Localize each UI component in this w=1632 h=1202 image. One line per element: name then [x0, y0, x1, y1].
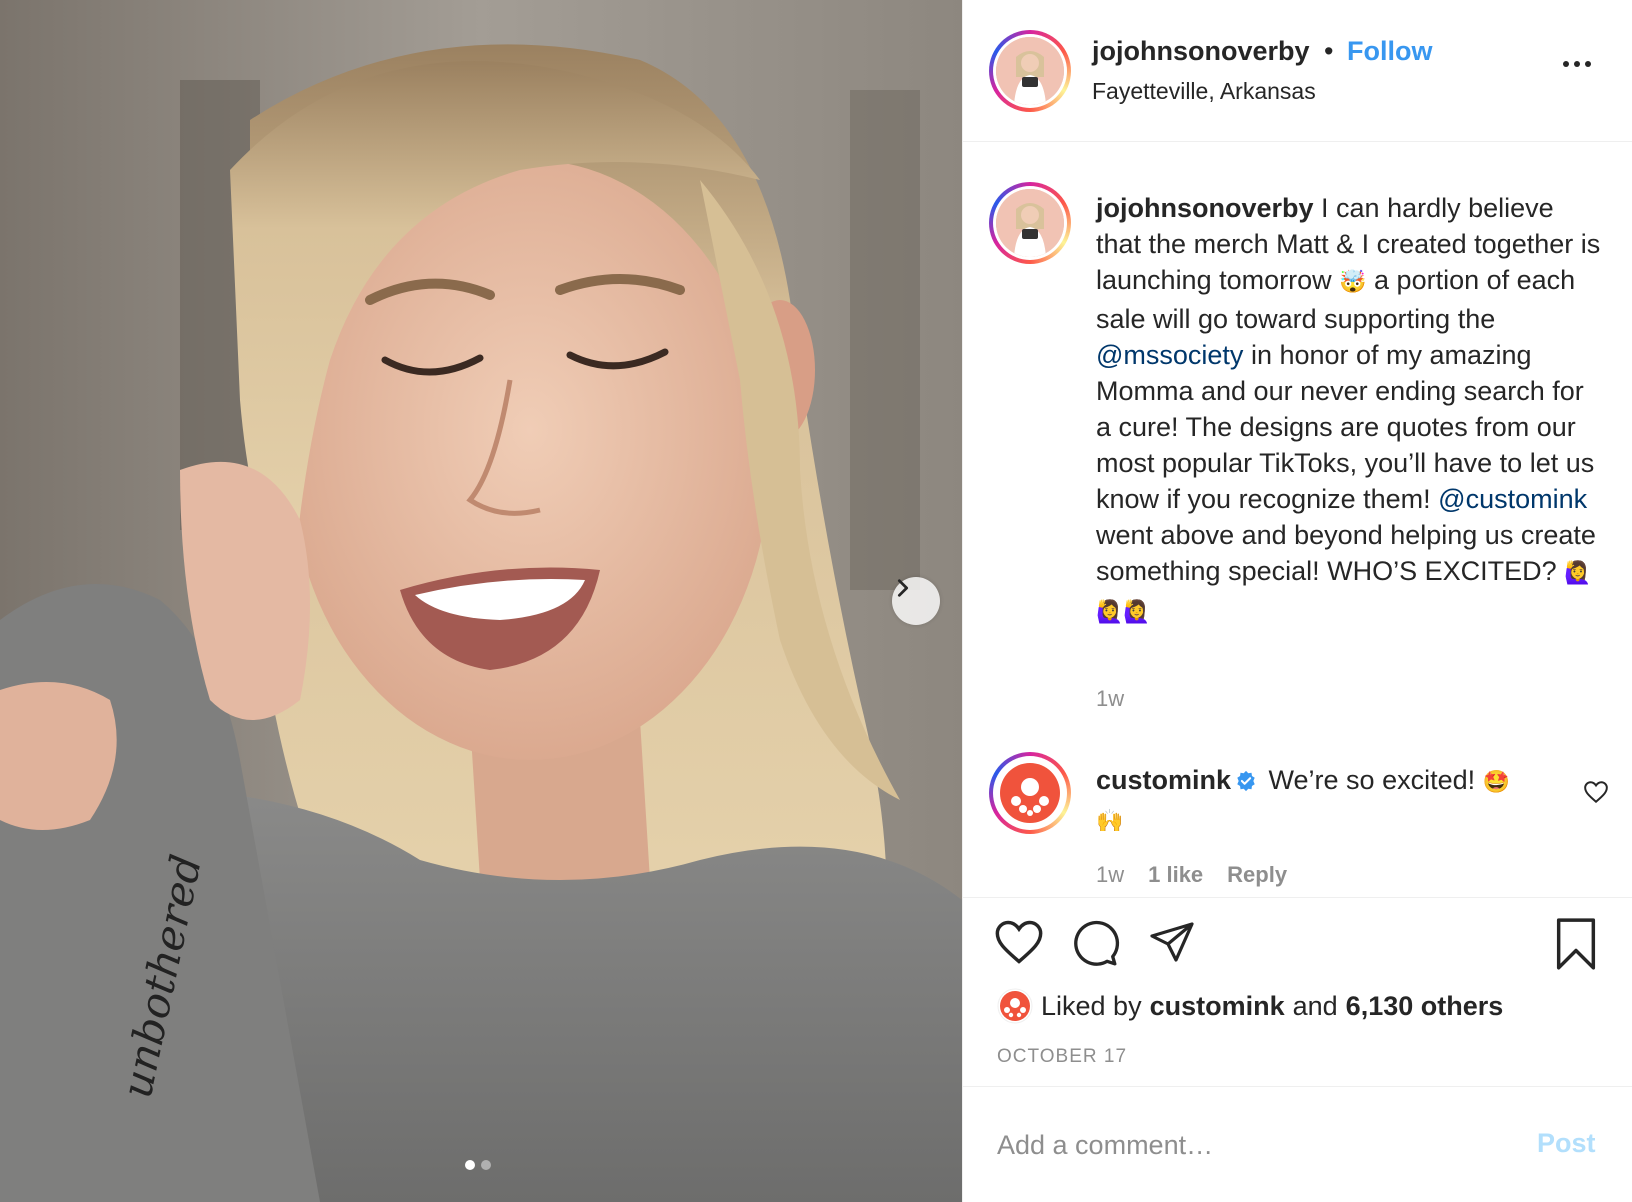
carousel-dot	[481, 1160, 491, 1170]
caption-username[interactable]: jojohnsonoverby	[1096, 193, 1314, 223]
reply-button[interactable]: Reply	[1227, 862, 1287, 888]
mention-mssociety[interactable]: @mssociety	[1096, 340, 1243, 370]
customink-mini-avatar-icon[interactable]	[997, 988, 1033, 1024]
comment-text: customink We’re so excited! 🤩 🙌	[1096, 762, 1536, 840]
commenter-username[interactable]: customink	[1096, 765, 1231, 795]
comment-timestamp[interactable]: 1w	[1096, 862, 1124, 888]
caption-avatar-image	[996, 189, 1064, 257]
separator-dot: •	[1324, 36, 1334, 66]
author-avatar-image	[996, 37, 1064, 105]
post-image[interactable]: unbothered	[0, 0, 962, 1202]
caption-body-4: went above and beyond helping us create …	[1096, 520, 1596, 586]
comment-meta: 1w 1 like Reply	[1096, 862, 1287, 888]
post-photo-illustration: unbothered	[0, 0, 962, 1202]
comment-body: We’re so excited!	[1261, 765, 1483, 795]
caption-text: jojohnsonoverby I can hardly believe tha…	[1096, 190, 1606, 631]
comment-icon[interactable]	[1069, 918, 1121, 973]
liked-by-prefix: Liked by	[1041, 990, 1142, 1021]
carousel-dot-active	[465, 1160, 475, 1170]
liked-by-others[interactable]: 6,130 others	[1346, 991, 1504, 1022]
commenter-avatar[interactable]	[989, 752, 1071, 834]
likes-summary: Liked by customink and 6,130 others	[997, 988, 1503, 1024]
comment-likes-count[interactable]: 1 like	[1148, 862, 1203, 888]
heart-icon[interactable]	[993, 918, 1045, 971]
post-date[interactable]: OCTOBER 17	[997, 1046, 1127, 1068]
bookmark-icon[interactable]	[1553, 918, 1599, 975]
author-username[interactable]: jojohnsonoverby	[1092, 36, 1310, 67]
divider	[963, 897, 1632, 898]
post-comment-button[interactable]: Post	[1537, 1128, 1596, 1159]
liked-by-and: and	[1292, 990, 1338, 1021]
post-location[interactable]: Fayetteville, Arkansas	[1092, 78, 1316, 105]
add-comment-input[interactable]	[997, 1120, 1527, 1170]
follow-button[interactable]: Follow	[1347, 36, 1432, 67]
customink-logo-icon	[1000, 763, 1060, 823]
post-header: jojohnsonoverby • Follow Fayetteville, A…	[963, 0, 1632, 142]
mind-blown-emoji: 🤯	[1339, 270, 1367, 295]
author-avatar[interactable]	[989, 30, 1071, 112]
divider	[963, 1086, 1632, 1087]
liked-by-user[interactable]: customink	[1150, 991, 1285, 1022]
caption-author-avatar[interactable]	[989, 182, 1071, 264]
chevron-right-icon	[897, 579, 909, 597]
more-options-icon[interactable]	[1563, 56, 1595, 72]
carousel-indicator	[465, 1160, 491, 1170]
mention-customink[interactable]: @customink	[1438, 484, 1587, 514]
caption-timestamp[interactable]: 1w	[1096, 686, 1124, 712]
verified-badge-icon	[1237, 770, 1255, 792]
post-details-panel: jojohnsonoverby • Follow Fayetteville, A…	[962, 0, 1632, 1202]
action-bar	[963, 918, 1632, 972]
paper-plane-icon[interactable]	[1147, 918, 1197, 971]
comment-like-heart-icon[interactable]	[1583, 780, 1609, 809]
next-image-button[interactable]	[892, 577, 940, 625]
